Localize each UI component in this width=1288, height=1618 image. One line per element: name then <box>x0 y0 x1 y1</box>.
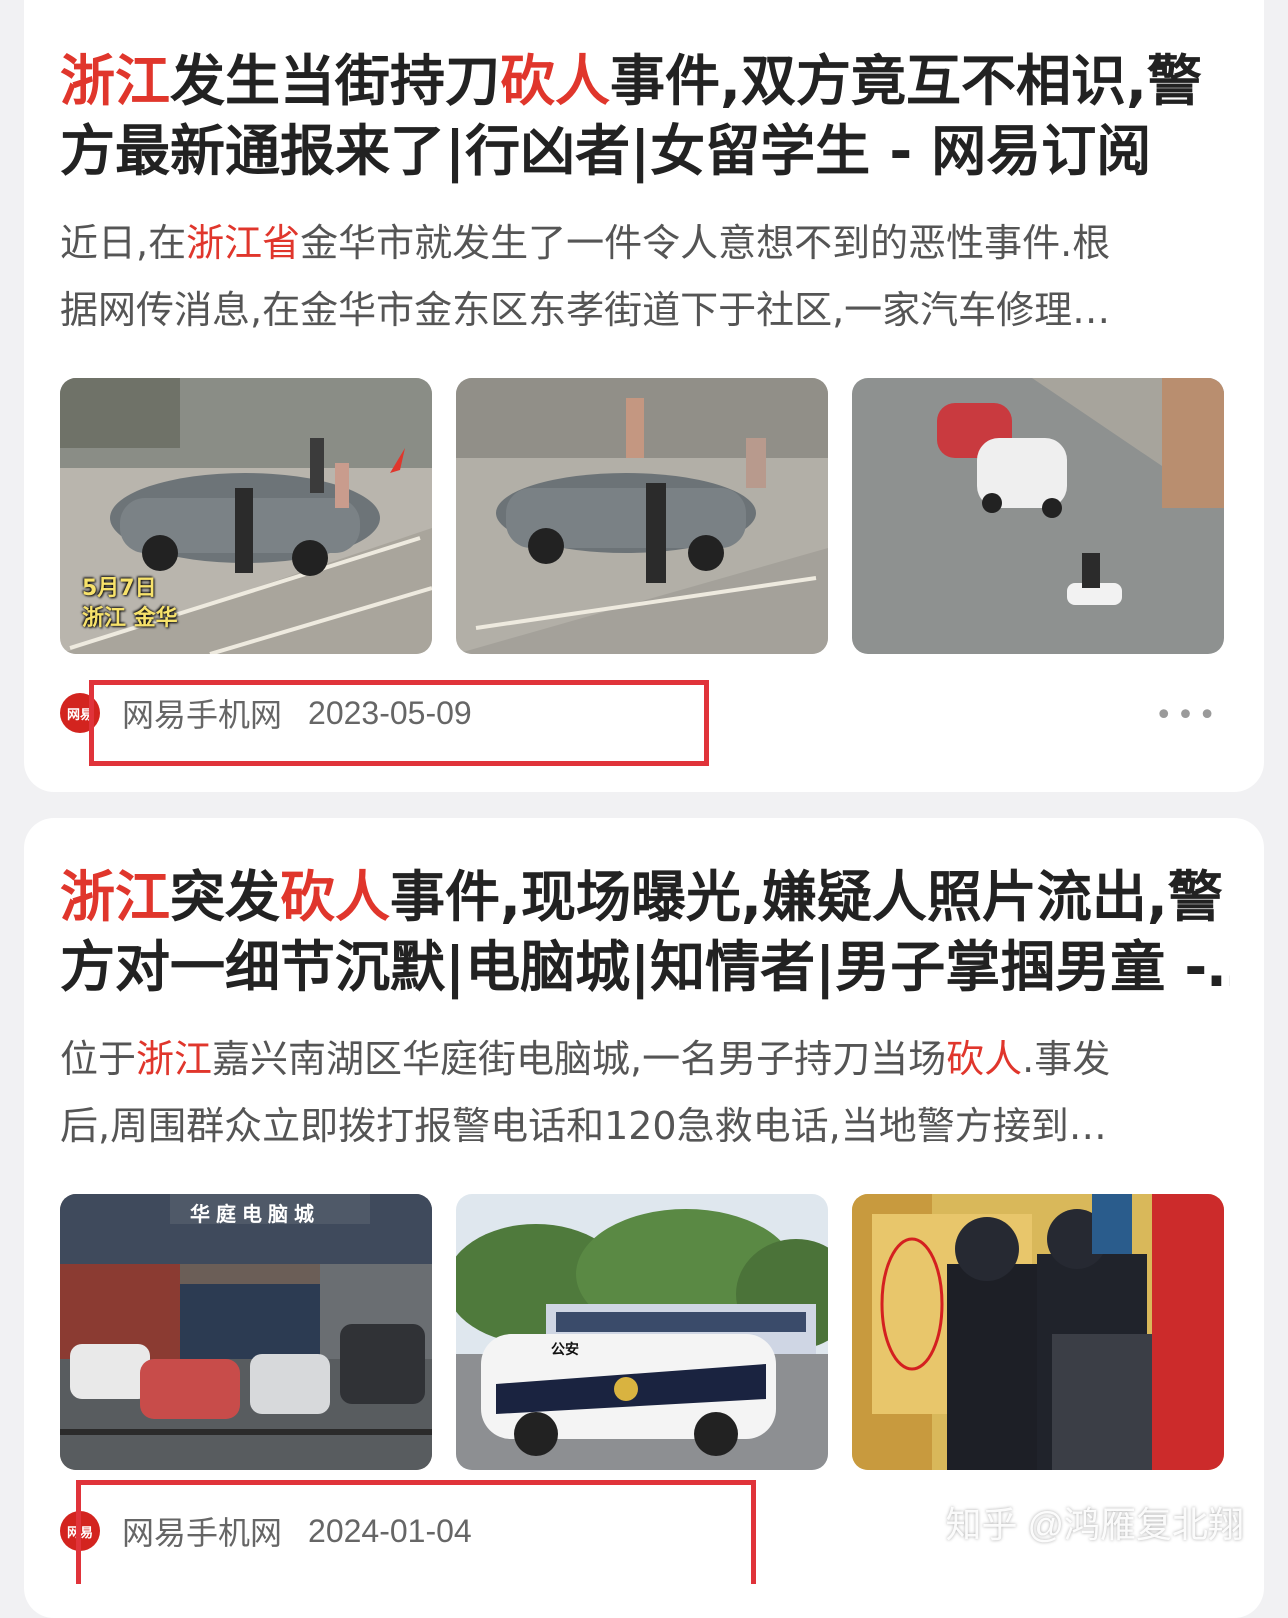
highlighted-keyword: 浙江 <box>136 1037 213 1081</box>
text-segment: 突发 <box>170 865 281 929</box>
text-segment: 发生当街持刀 <box>170 49 501 113</box>
more-options-icon[interactable]: ••• <box>1155 698 1220 733</box>
snippet-line: 近日,在浙江省金华市就发生了一件令人意想不到的恶性事件.根 <box>60 210 1230 277</box>
title-line: 方最新通报来了|行凶者|女留学生 - 网易订阅 <box>60 116 1230 186</box>
thumbnail-image[interactable]: 华庭电脑城 <box>60 1194 432 1470</box>
annotation-box <box>89 680 709 766</box>
highlighted-keyword: 砍人 <box>500 49 611 113</box>
highlighted-keyword: 砍人 <box>946 1037 1023 1081</box>
photo-caption: 浙江 金华 <box>82 606 178 631</box>
text-segment: 方对一细节沉默|电脑城|知情者|男子掌掴男童 -… <box>60 935 1230 999</box>
watermark: 知乎 @鸿雁复北翔 <box>945 1504 1244 1545</box>
text-segment: 金华市就发生了一件令人意想不到的恶性事件.根 <box>300 221 1111 265</box>
photo-caption: 5月7日 <box>82 576 157 601</box>
text-segment: 后,周围群众立即拨打报警电话和120急救电话,当地警方接到… <box>60 1104 1107 1148</box>
thumbnail-image[interactable] <box>852 378 1224 654</box>
photo-sign: 华庭电脑城 <box>190 1202 320 1226</box>
highlighted-keyword: 浙江 <box>60 865 171 929</box>
snippet-line: 位于浙江嘉兴南湖区华庭街电脑城,一名男子持刀当场砍人.事发 <box>60 1026 1230 1093</box>
thumbnail-image[interactable]: 5月7日 浙江 金华 <box>60 378 432 654</box>
text-segment: 事件,现场曝光,嫌疑人照片流出,警 <box>390 865 1223 929</box>
text-segment: 据网传消息,在金华市金东区东孝街道下于社区,一家汽车修理… <box>60 288 1111 332</box>
thumbnail-image[interactable] <box>852 1194 1224 1470</box>
title-line: 浙江突发砍人事件,现场曝光,嫌疑人照片流出,警 <box>60 862 1230 932</box>
thumbnail-image[interactable] <box>456 378 828 654</box>
result-title[interactable]: 浙江突发砍人事件,现场曝光,嫌疑人照片流出,警 方对一细节沉默|电脑城|知情者|… <box>60 862 1230 1002</box>
thumbnail-image[interactable]: 公安 <box>456 1194 828 1470</box>
annotation-box <box>76 1480 756 1584</box>
text-segment: 方最新通报来了|行凶者|女留学生 - 网易订阅 <box>60 119 1152 183</box>
text-segment: 位于 <box>60 1037 137 1081</box>
highlighted-keyword: 砍人 <box>280 865 391 929</box>
result-snippet: 位于浙江嘉兴南湖区华庭街电脑城,一名男子持刀当场砍人.事发 后,周围群众立即拨打… <box>60 1026 1230 1160</box>
thumbnail-row: 5月7日 浙江 金华 <box>60 378 1224 654</box>
photo-car-text: 公安 <box>551 1342 579 1358</box>
result-card-1[interactable]: 浙江发生当街持刀砍人事件,双方竟互不相识,警 方最新通报来了|行凶者|女留学生 … <box>24 0 1264 792</box>
text-segment: 近日,在 <box>60 221 187 265</box>
text-segment: 嘉兴南湖区华庭街电脑城,一名男子持刀当场 <box>212 1037 947 1081</box>
snippet-line: 后,周围群众立即拨打报警电话和120急救电话,当地警方接到… <box>60 1093 1230 1160</box>
thumbnail-row: 华庭电脑城 公安 <box>60 1194 1224 1470</box>
highlighted-keyword: 浙江 <box>60 49 171 113</box>
snippet-line: 据网传消息,在金华市金东区东孝街道下于社区,一家汽车修理… <box>60 277 1230 344</box>
title-line: 方对一细节沉默|电脑城|知情者|男子掌掴男童 -… <box>60 932 1230 1002</box>
result-snippet: 近日,在浙江省金华市就发生了一件令人意想不到的恶性事件.根 据网传消息,在金华市… <box>60 210 1230 344</box>
title-line: 浙江发生当街持刀砍人事件,双方竟互不相识,警 <box>60 46 1230 116</box>
highlighted-keyword: 浙江省 <box>186 221 301 265</box>
text-segment: .事发 <box>1022 1037 1111 1081</box>
result-title[interactable]: 浙江发生当街持刀砍人事件,双方竟互不相识,警 方最新通报来了|行凶者|女留学生 … <box>60 46 1230 186</box>
text-segment: 事件,双方竟互不相识,警 <box>610 49 1202 113</box>
